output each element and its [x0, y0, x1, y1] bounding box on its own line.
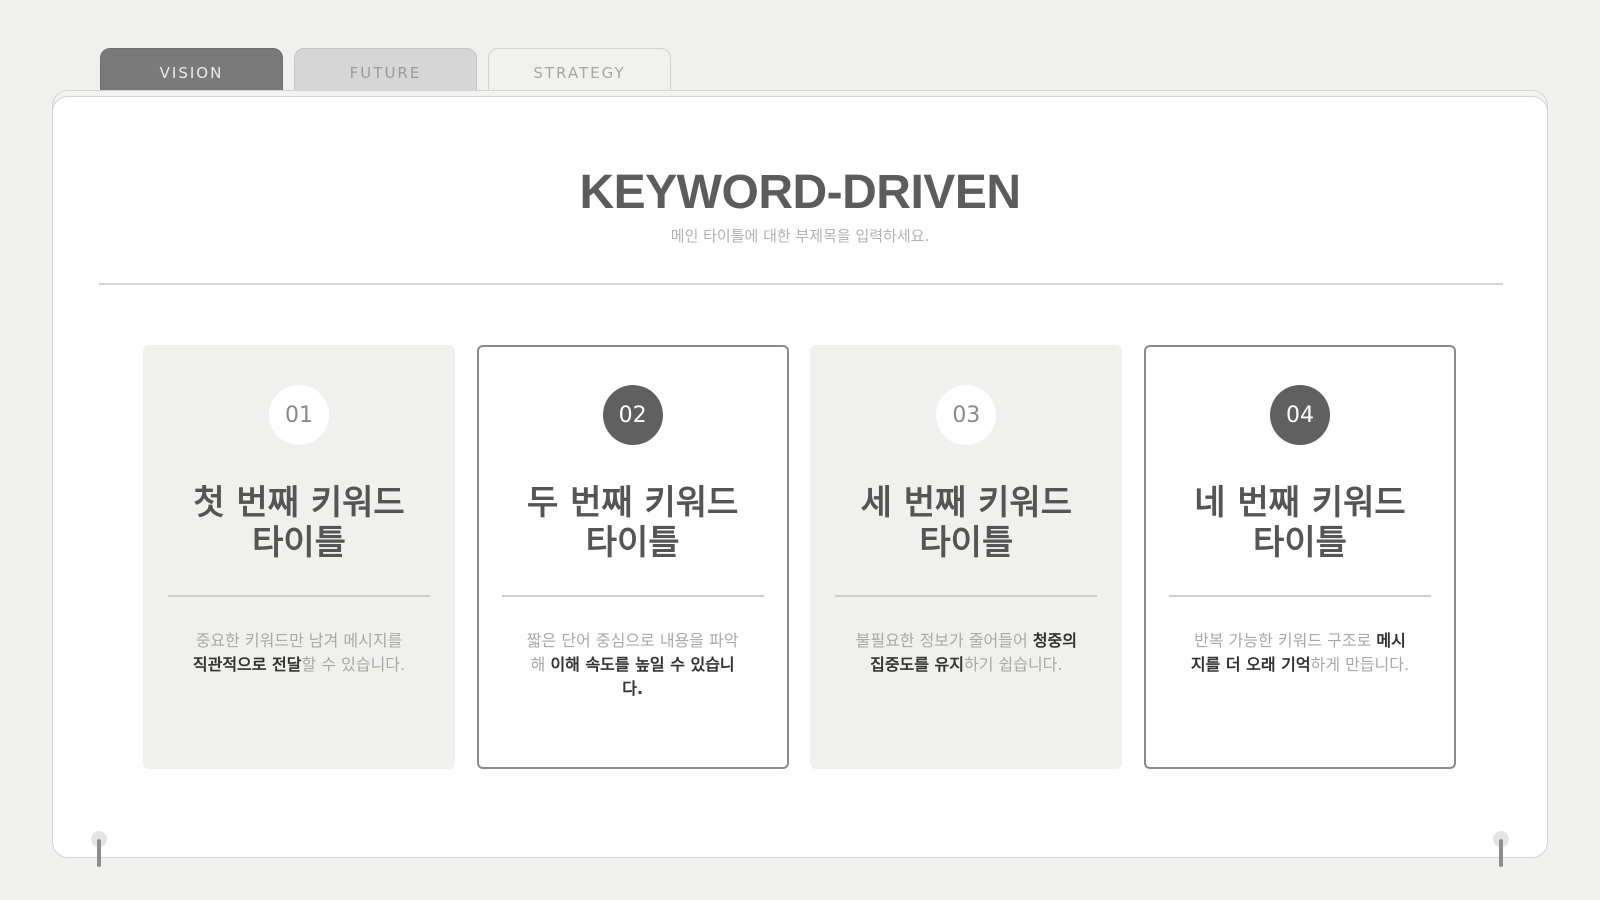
- card-title-line: 타이틀: [252, 523, 346, 563]
- card-number-badge: 03: [936, 385, 997, 445]
- pin-left-icon: [91, 831, 107, 867]
- card-desc-text: 할 수 있습니다.: [301, 654, 406, 674]
- pin-stem: [97, 839, 101, 867]
- card-desc-text: 하기 쉽습니다.: [964, 654, 1063, 674]
- card-title: 두 번째 키워드 타이틀: [513, 483, 753, 563]
- keyword-card-1: 01 첫 번째 키워드 타이틀 중요한 키워드만 남겨 메시지를 직관적으로 전…: [143, 345, 455, 769]
- card-desc-text: 하게 만듭니다.: [1310, 654, 1410, 674]
- card-title-line: 두 번째 키워드: [526, 483, 739, 523]
- keyword-card-2: 02 두 번째 키워드 타이틀 짧은 단어 중심으로 내용을 파악해 이해 속도…: [476, 345, 789, 769]
- card-divider: [168, 595, 430, 597]
- card-title-line: 타이틀: [1253, 523, 1347, 563]
- card-title: 네 번째 키워드 타이틀: [1180, 483, 1420, 563]
- card-desc-text: 반복 가능한 키워드 구조로: [1194, 630, 1377, 650]
- card-title-line: 타이틀: [919, 523, 1014, 563]
- page-subtitle: 메인 타이틀에 대한 부제목을 입력하세요.: [670, 227, 930, 245]
- card-title: 세 번째 키워드 타이틀: [846, 483, 1086, 563]
- keyword-cards: 01 첫 번째 키워드 타이틀 중요한 키워드만 남겨 메시지를 직관적으로 전…: [143, 345, 1456, 769]
- keyword-card-3: 03 세 번째 키워드 타이틀 불필요한 정보가 줄어들어 청중의 집중도를 유…: [810, 345, 1123, 769]
- card-description: 불필요한 정보가 줄어들어 청중의 집중도를 유지하기 쉽습니다.: [855, 629, 1077, 677]
- card-divider: [501, 595, 764, 597]
- card-title-line: 네 번째 키워드: [1194, 483, 1406, 523]
- card-title: 첫 번째 키워드 타이틀: [179, 483, 419, 563]
- pin-right-icon: [1493, 831, 1509, 867]
- card-number-badge: 01: [269, 385, 329, 445]
- card-description: 중요한 키워드만 남겨 메시지를 직관적으로 전달할 수 있습니다.: [188, 629, 410, 677]
- card-desc-highlight: 직관적으로 전달: [192, 654, 302, 674]
- card-desc-text: 중요한 키워드만 남겨 메시지를: [195, 630, 403, 650]
- card-number-badge: 02: [602, 385, 663, 445]
- header-divider: [99, 283, 1503, 285]
- card-divider: [1168, 595, 1431, 597]
- card-title-line: 타이틀: [585, 523, 680, 563]
- card-description: 짧은 단어 중심으로 내용을 파악해 이해 속도를 높일 수 있습니다.: [522, 629, 744, 701]
- card-desc-highlight: 이해 속도를 높일 수 있습니다.: [550, 654, 735, 698]
- content-panel: KEYWORD-DRIVEN 메인 타이틀에 대한 부제목을 입력하세요. 01…: [52, 96, 1548, 867]
- card-title-line: 첫 번째 키워드: [193, 483, 405, 523]
- card-description: 반복 가능한 키워드 구조로 메시지를 더 오래 기억하게 만듭니다.: [1189, 629, 1411, 677]
- card-divider: [835, 595, 1098, 597]
- card-desc-text: 불필요한 정보가 줄어들어: [855, 630, 1033, 650]
- card-number-badge: 04: [1269, 385, 1330, 445]
- page-title: KEYWORD-DRIVEN: [579, 166, 1021, 219]
- card-title-line: 세 번째 키워드: [860, 483, 1072, 523]
- pin-stem: [1499, 839, 1503, 867]
- keyword-card-4: 04 네 번째 키워드 타이틀 반복 가능한 키워드 구조로 메시지를 더 오래…: [1143, 345, 1456, 769]
